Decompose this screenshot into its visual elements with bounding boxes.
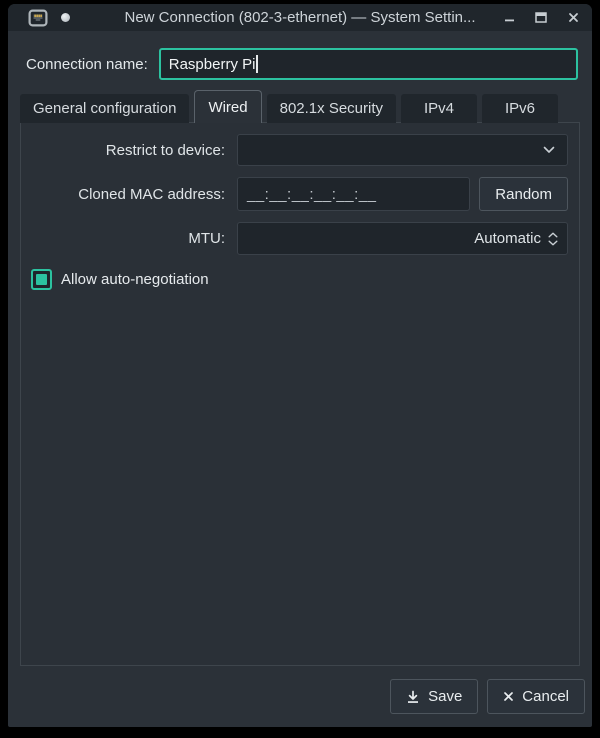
mtu-value: Automatic: [474, 230, 541, 247]
titlebar[interactable]: New Connection (802-3-ethernet) — System…: [8, 4, 592, 31]
tab-8021x-security[interactable]: 802.1x Security: [266, 94, 396, 123]
dialog-buttons: Save Cancel: [390, 679, 585, 714]
auto-negotiation-label: Allow auto-negotiation: [61, 271, 209, 288]
connection-name-input[interactable]: Raspberry Pi: [158, 48, 578, 80]
connection-name-label: Connection name:: [26, 55, 148, 73]
chevron-down-icon: [543, 146, 555, 153]
settings-dialog: New Connection (802-3-ethernet) — System…: [8, 4, 592, 727]
mtu-row: MTU: Automatic: [21, 222, 579, 255]
cancel-button-label: Cancel: [522, 688, 569, 705]
mtu-spinbox[interactable]: Automatic: [237, 222, 568, 255]
cloned-mac-row: Cloned MAC address: __:__:__:__:__:__ Ra…: [21, 177, 579, 211]
save-button-label: Save: [428, 688, 463, 705]
tab-general-configuration[interactable]: General configuration: [20, 94, 190, 123]
minimize-icon: [504, 19, 514, 22]
tab-ipv4[interactable]: IPv4: [401, 94, 477, 123]
cancel-button[interactable]: Cancel: [487, 679, 585, 714]
minimize-button[interactable]: [503, 12, 515, 24]
close-x-icon: [504, 692, 514, 701]
cloned-mac-placeholder: __:__:__:__:__:__: [247, 185, 377, 203]
wired-tab-panel: Restrict to device: Cloned MAC address: …: [20, 122, 580, 666]
cloned-mac-input[interactable]: __:__:__:__:__:__: [237, 177, 471, 211]
maximize-icon: [535, 12, 547, 23]
cloned-mac-label: Cloned MAC address:: [78, 185, 225, 203]
close-button[interactable]: [567, 12, 579, 24]
restrict-to-device-label: Restrict to device:: [105, 141, 225, 159]
tab-ipv6[interactable]: IPv6: [482, 94, 558, 123]
restrict-to-device-combobox[interactable]: [237, 134, 568, 166]
save-button[interactable]: Save: [390, 679, 479, 714]
close-icon: [568, 13, 578, 22]
auto-negotiation-row[interactable]: Allow auto-negotiation: [31, 269, 579, 290]
checkbox-checked-icon[interactable]: [31, 269, 52, 290]
save-download-icon: [408, 690, 419, 703]
tab-wired[interactable]: Wired: [194, 90, 262, 123]
restrict-to-device-row: Restrict to device:: [21, 134, 579, 166]
text-caret: [256, 55, 259, 73]
random-mac-button[interactable]: Random: [479, 177, 568, 211]
mtu-label: MTU:: [188, 230, 225, 247]
tab-bar: General configuration Wired 802.1x Secur…: [20, 90, 580, 123]
connection-name-value: Raspberry Pi: [168, 55, 256, 73]
chevron-up-icon[interactable]: [548, 232, 558, 238]
maximize-button[interactable]: [535, 12, 547, 24]
chevron-down-icon[interactable]: [548, 240, 558, 246]
